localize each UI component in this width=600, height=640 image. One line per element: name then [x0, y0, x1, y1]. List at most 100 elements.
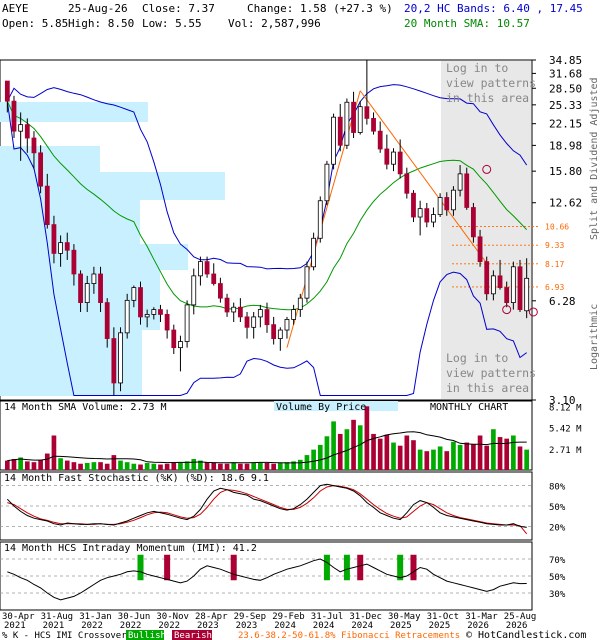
- volume-bar: [178, 462, 183, 470]
- volume-bar: [124, 462, 130, 470]
- volume-bar: [58, 458, 63, 470]
- volume-bar: [391, 442, 396, 470]
- candle-body: [337, 116, 343, 146]
- candle-body: [104, 302, 110, 339]
- volume-bar: [144, 462, 150, 470]
- login-overlay-text: in this area: [446, 381, 529, 395]
- candle-body: [284, 319, 290, 331]
- candle-body: [311, 237, 317, 268]
- volume-bar: [224, 463, 230, 470]
- volume-bar: [138, 464, 143, 470]
- footer-legend: % K - HCS IMI Crossover:: [2, 631, 132, 640]
- stochastic-panel: 80% 50% 20% 14 Month Fast Stochastic (%K) (…: [0, 471, 566, 541]
- panel-label: 14 Month Fast Stochastic (%K) (%D): 18.6…: [4, 473, 269, 484]
- price-panel: 10.669.338.176.93Log in toview patternsi…: [0, 54, 600, 407]
- imi-signal-bar: [164, 554, 171, 581]
- candle-body: [118, 332, 123, 384]
- side-label: Logarithmic: [589, 304, 600, 370]
- volume-bar: [404, 435, 410, 470]
- volume-bar: [38, 459, 43, 470]
- vbp-bar: [0, 200, 140, 244]
- volume-bar: [104, 463, 110, 470]
- candle-body: [524, 277, 530, 312]
- volume-bar: [44, 453, 50, 470]
- candle-body: [471, 207, 476, 238]
- imi-tick-label: 30%: [549, 590, 566, 600]
- imi-tick-label: 50%: [549, 573, 566, 583]
- candle-body: [371, 117, 376, 132]
- candle-body: [257, 309, 263, 318]
- volume-bar: [524, 449, 530, 470]
- volume-bar: [158, 464, 163, 470]
- x-axis: 30-Apr202131-Aug202131-Jan202230-Jun2022…: [2, 612, 536, 631]
- candle-body: [477, 236, 483, 263]
- candle-body: [484, 261, 490, 295]
- header-text: AEYE: [2, 2, 29, 15]
- volume-bar: [477, 435, 483, 470]
- volume-bar: [231, 462, 237, 470]
- panel-right-label: MONTHLY CHART: [430, 402, 508, 413]
- stochastic-tick-label: 20%: [549, 523, 566, 533]
- chart-footer: % K - HCS IMI Crossover:Bullish Bearish 23…: [2, 630, 586, 640]
- volume-bar: [397, 445, 403, 470]
- x-tick-label: 2021: [43, 621, 65, 631]
- volume-bar: [384, 434, 390, 470]
- fib-label: 9.33: [545, 241, 564, 250]
- stochastic-tick-label: 80%: [549, 483, 566, 493]
- vbp-bar: [0, 244, 188, 270]
- volume-bar: [251, 462, 257, 470]
- candle-body: [91, 273, 97, 284]
- imi-signal-bar: [357, 554, 364, 581]
- volume-bar: [84, 462, 90, 470]
- volume-bar: [317, 444, 323, 470]
- candle-body: [517, 266, 523, 310]
- x-tick-label: 2022: [158, 621, 180, 631]
- candle-body: [271, 324, 277, 339]
- candle-body: [18, 124, 24, 132]
- candle-body: [24, 124, 30, 139]
- candle-body: [111, 338, 117, 384]
- candle-body: [98, 273, 103, 304]
- candle-body: [297, 297, 303, 310]
- volume-bar: [271, 463, 276, 470]
- imi-panel: 70% 50% 30% 14 Month HCS Intraday Momentum …: [0, 541, 566, 611]
- volume-bar: [464, 442, 470, 470]
- candle-body: [490, 275, 496, 295]
- volume-bar: [444, 451, 450, 470]
- candle-body: [291, 309, 297, 320]
- volume-bar: [457, 444, 463, 470]
- header-text: Change: 1.58 (+27.3 %): [247, 2, 393, 15]
- volume-bar: [411, 440, 416, 470]
- volume-bar: [437, 446, 443, 470]
- volume-bar: [64, 460, 70, 470]
- volume-bar: [211, 462, 217, 470]
- candle-body: [504, 287, 510, 304]
- candle-body: [377, 130, 383, 150]
- candle-body: [124, 299, 130, 334]
- panel-label: 14 Month HCS Intraday Momentum (IMI): 41…: [4, 543, 257, 554]
- candle-body: [198, 261, 203, 277]
- volume-bar: [258, 462, 263, 470]
- candle-body: [38, 152, 44, 187]
- login-overlay-text: view patterns: [446, 366, 536, 380]
- volume-bar: [164, 463, 170, 470]
- volume-bar: [364, 406, 370, 470]
- candle-body: [444, 197, 450, 211]
- volume-bar: [244, 463, 250, 470]
- candle-body: [317, 200, 323, 239]
- login-overlay-text: view patterns: [446, 76, 536, 90]
- volume-tick-label: 8.12 M: [549, 403, 582, 413]
- candle-body: [251, 316, 257, 328]
- x-tick-label: 2025: [390, 621, 412, 631]
- volume-bar: [451, 441, 456, 470]
- volume-bar: [351, 419, 356, 470]
- volume-tick-label: 5.42 M: [549, 425, 582, 435]
- volume-tick-label: 2.71 M: [549, 446, 582, 456]
- candle-body: [224, 297, 230, 313]
- volume-bar: [484, 445, 490, 470]
- imi-signal-bar: [323, 554, 330, 581]
- candle-body: [344, 101, 350, 146]
- imi-signal-bar: [137, 554, 144, 581]
- volume-bar: [417, 449, 423, 470]
- fib-legend: 23.6-38.2-50-61.8% Fibonacci Retracement…: [238, 631, 460, 640]
